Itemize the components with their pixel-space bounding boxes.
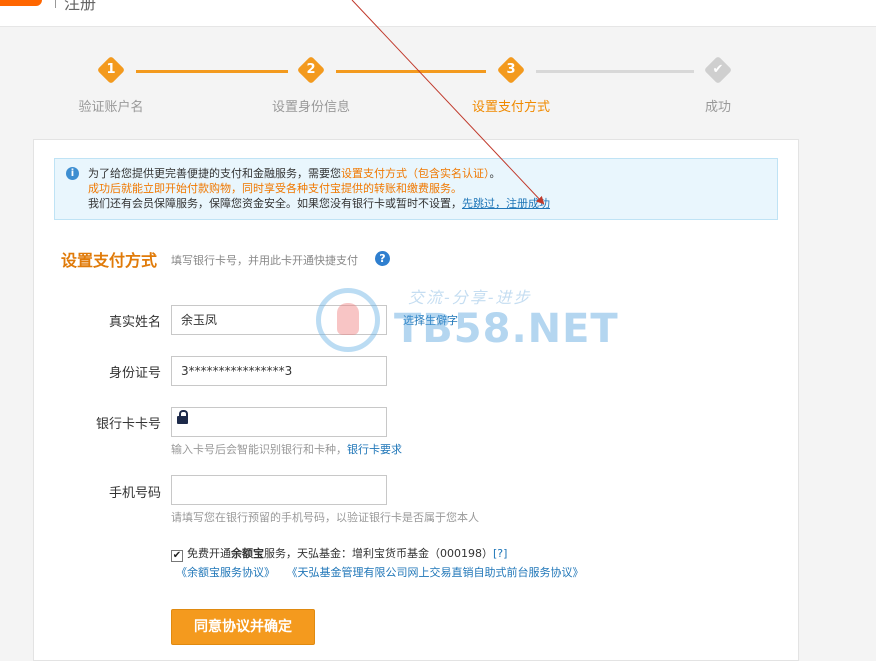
- step-verify-account: 1 验证账户名: [51, 56, 171, 115]
- agreement-links: 《余额宝服务协议》 《天弘基金管理有限公司网上交易直销自助式前台服务协议》: [176, 564, 592, 580]
- step-3-label: 设置支付方式: [471, 100, 550, 115]
- rare-character-link[interactable]: 选择生僻字: [403, 312, 458, 328]
- phone-input[interactable]: [171, 475, 387, 505]
- skip-register-link[interactable]: 先跳过，注册成功: [462, 197, 550, 210]
- info-notice: i 为了给您提供更完善便捷的支付和金融服务，需要您设置支付方式（包含实名认证）。…: [54, 158, 778, 220]
- step-success: ✔ 成功: [658, 56, 778, 115]
- checkmark-icon: ✔: [704, 56, 732, 84]
- yuebao-agreement: ✔ 免费开通余额宝服务，天弘基金：增利宝货币基金（000198）[?]: [171, 547, 508, 562]
- yuebao-service-agreement-link[interactable]: 《余额宝服务协议》: [176, 566, 275, 579]
- notice-line-1: 为了给您提供更完善便捷的支付和金融服务，需要您设置支付方式（包含实名认证）。: [88, 167, 501, 180]
- card-requirements-link[interactable]: 银行卡要求: [347, 443, 402, 456]
- notice-line-3: 我们还有会员保障服务，保障您资金安全。如果您没有银行卡或暂时不设置，先跳过，注册…: [88, 197, 550, 210]
- info-icon: i: [66, 167, 79, 180]
- phone-label: 手机号码: [108, 486, 161, 501]
- step-1-badge: 1: [97, 56, 125, 84]
- real-name-label: 真实姓名: [108, 315, 161, 330]
- notice-line-2: 成功后就能立即开始付款购物，同时享受各种支付宝提供的转账和缴费服务。: [88, 182, 462, 195]
- top-bar: 注册: [0, 0, 876, 27]
- section-subtitle: 填写银行卡号，并用此卡开通快捷支付: [171, 254, 358, 267]
- tianhong-fund-agreement-link[interactable]: 《天弘基金管理有限公司网上交易直销自助式前台服务协议》: [287, 566, 584, 579]
- bank-card-hint: 输入卡号后会智能识别银行和卡种，银行卡要求: [171, 443, 402, 456]
- page-header-title: 注册: [64, 0, 97, 13]
- step-2-badge: 2: [297, 56, 325, 84]
- step-identity-info: 2 设置身份信息: [251, 56, 371, 115]
- yuebao-help-link[interactable]: [?]: [493, 547, 507, 560]
- yuebao-checkbox[interactable]: ✔: [171, 550, 183, 562]
- id-number-label: 身份证号: [108, 366, 161, 381]
- bank-card-input[interactable]: [171, 407, 387, 437]
- progress-steps: 1 验证账户名 2 设置身份信息 3 设置支付方式 ✔ 成功: [0, 52, 876, 122]
- step-payment-method: 3 设置支付方式: [451, 56, 571, 115]
- header-separator: [55, 0, 56, 8]
- bank-card-label: 银行卡卡号: [95, 417, 161, 432]
- section-title: 设置支付方式: [61, 251, 158, 270]
- help-icon[interactable]: ?: [375, 251, 390, 266]
- payment-setup-panel: i 为了给您提供更完善便捷的支付和金融服务，需要您设置支付方式（包含实名认证）。…: [33, 139, 799, 661]
- step-1-label: 验证账户名: [78, 100, 144, 115]
- id-number-input[interactable]: 3****************3: [171, 356, 387, 386]
- logo-corner: [0, 0, 42, 6]
- step-4-label: 成功: [704, 100, 731, 115]
- step-3-badge: 3: [497, 56, 525, 84]
- phone-hint: 请填写您在银行预留的手机号码，以验证银行卡是否属于您本人: [171, 511, 479, 524]
- lock-icon: [177, 410, 188, 424]
- step-2-label: 设置身份信息: [271, 100, 350, 115]
- real-name-input[interactable]: 余玉凤: [171, 305, 387, 335]
